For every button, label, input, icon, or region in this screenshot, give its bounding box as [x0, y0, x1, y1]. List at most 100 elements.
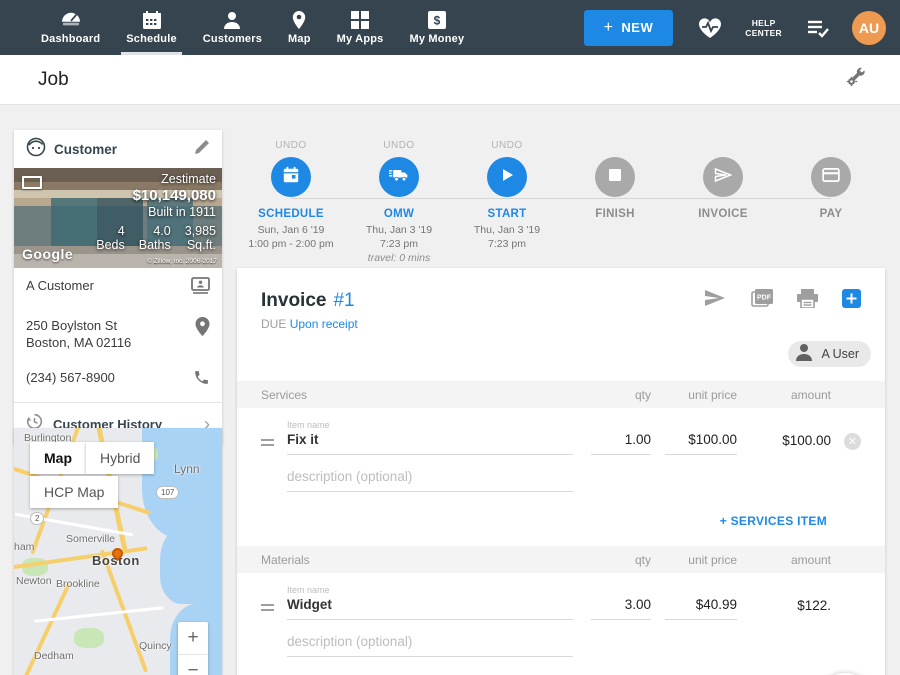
- nav-tab-dashboard[interactable]: Dashboard: [28, 0, 113, 55]
- active-tab-indicator: [121, 52, 182, 55]
- map-label-newton: Newton: [16, 575, 52, 587]
- customer-phone-row: (234) 567-8900: [14, 360, 222, 400]
- help-center-button[interactable]: HELP CENTER: [745, 18, 782, 38]
- nav-tab-my-money[interactable]: $ My Money: [397, 0, 478, 55]
- nav-tab-label: Schedule: [126, 33, 177, 45]
- zoom-out-button[interactable]: −: [178, 655, 208, 675]
- zoom-in-button[interactable]: +: [178, 622, 208, 655]
- add-services-item-button[interactable]: + SERVICES ITEM: [720, 514, 827, 528]
- print-icon[interactable]: [797, 289, 818, 313]
- nav-tab-schedule[interactable]: Schedule: [113, 0, 190, 55]
- qty-input[interactable]: [591, 432, 651, 455]
- baths-value: 4.0: [139, 224, 171, 238]
- edit-pencil-icon[interactable]: [194, 139, 210, 160]
- nav-tab-my-apps[interactable]: My Apps: [324, 0, 397, 55]
- nav-tab-map[interactable]: Map: [275, 0, 324, 55]
- map-label-brookline: Brookline: [56, 578, 100, 590]
- add-icon[interactable]: [842, 289, 861, 313]
- help-center-line2: CENTER: [745, 28, 782, 38]
- task-list-icon[interactable]: [806, 18, 830, 38]
- due-row: DUE Upon receipt: [261, 317, 861, 331]
- phone-icon[interactable]: [193, 369, 210, 391]
- nav-tab-label: My Apps: [337, 33, 384, 45]
- baths-label: Baths: [139, 238, 171, 252]
- omw-step-button[interactable]: [379, 157, 419, 197]
- card-icon-button[interactable]: [811, 157, 851, 197]
- location-pin-icon[interactable]: [195, 317, 210, 341]
- timeline-step-pay: PAY: [777, 140, 885, 265]
- svg-text:PDF: PDF: [757, 294, 772, 301]
- undo-omw-button[interactable]: UNDO: [383, 140, 414, 157]
- map-label-lynn: Lynn: [174, 462, 200, 476]
- invoice-card: Invoice #1 PDF DUE Upon receipt: [237, 268, 885, 675]
- material-item: Item name $122. + MATERIALS ITEM: [237, 573, 885, 675]
- nav-right: + NEW HELP CENTER AU: [584, 0, 900, 55]
- plus-icon: +: [604, 19, 614, 37]
- new-button[interactable]: + NEW: [584, 10, 674, 46]
- map-zoom-control: + −: [178, 622, 208, 675]
- hcp-map-button[interactable]: HCP Map: [30, 476, 118, 508]
- step-label: START: [488, 208, 527, 220]
- item-name-input[interactable]: [287, 432, 573, 455]
- invoice-step-button[interactable]: [703, 157, 743, 197]
- heart-pulse-icon[interactable]: [697, 16, 723, 40]
- property-photo[interactable]: Zestimate $10,149,080 Built in 1911 4 4.…: [14, 168, 222, 268]
- drag-handle[interactable]: [261, 601, 287, 620]
- map-label-quincy: Quincy: [139, 640, 172, 652]
- top-nav: Dashboard Schedule Customers Map My Apps…: [0, 0, 900, 55]
- due-terms-link[interactable]: Upon receipt: [290, 317, 358, 331]
- built-year: Built in 1911: [96, 205, 216, 219]
- timeline-step-start: UNDO START Thu, Jan 3 '19 7:23 pm: [453, 140, 561, 265]
- pdf-icon[interactable]: PDF: [751, 289, 773, 313]
- customer-card: Customer Zestimate $10,149,080 Built in …: [14, 130, 222, 445]
- hybrid-button[interactable]: Hybrid: [86, 442, 154, 474]
- description-input[interactable]: [287, 469, 573, 492]
- unit-price-input[interactable]: [665, 432, 737, 455]
- item-name-input[interactable]: [287, 597, 573, 620]
- nav-tab-label: Map: [288, 33, 311, 45]
- map-button[interactable]: Map: [30, 442, 86, 474]
- finish-step-button[interactable]: [595, 157, 635, 197]
- zestimate-overlay: Zestimate $10,149,080 Built in 1911 4 4.…: [96, 172, 216, 252]
- nav-tab-label: Dashboard: [41, 33, 100, 45]
- sqft-value: 3,985: [185, 224, 216, 238]
- avatar[interactable]: AU: [852, 11, 886, 45]
- customer-address-row: 250 Boylston St Boston, MA 02116: [14, 308, 222, 360]
- delete-item-icon[interactable]: ✕: [844, 433, 861, 450]
- undo-schedule-button[interactable]: UNDO: [275, 140, 306, 157]
- map-widget[interactable]: Burlington Lynn Somerville Boston Newton…: [14, 428, 222, 675]
- map-pin-icon: [291, 11, 307, 33]
- undo-start-button[interactable]: UNDO: [491, 140, 522, 157]
- wrench-gear-icon[interactable]: [844, 65, 868, 94]
- send-icon[interactable]: [703, 288, 727, 313]
- start-step-button[interactable]: [487, 157, 527, 197]
- step-label: OMW: [384, 208, 414, 220]
- schedule-step-button[interactable]: [271, 157, 311, 197]
- step-date: Thu, Jan 3 '19: [366, 223, 432, 237]
- qty-input[interactable]: [591, 597, 651, 620]
- amount-value: $100.00: [751, 433, 831, 455]
- property-stats: 4 4.0 3,985 Beds Baths Sq.ft.: [96, 224, 216, 252]
- invoice-actions: PDF: [703, 288, 861, 313]
- page-header: Job: [0, 55, 900, 105]
- step-label: PAY: [820, 208, 843, 220]
- invoice-title: Invoice: [261, 290, 326, 312]
- new-button-label: NEW: [621, 20, 653, 35]
- google-logo: Google: [22, 246, 73, 262]
- unit-price-input[interactable]: [665, 597, 737, 620]
- amount-column-header: amount: [751, 388, 831, 402]
- calendar-icon: [282, 166, 300, 189]
- unit-price-column-header: unit price: [665, 553, 737, 567]
- assignee-name: A User: [821, 347, 859, 361]
- step-time: 7:23 pm: [366, 237, 432, 251]
- drag-handle[interactable]: [261, 436, 287, 455]
- contact-card-icon[interactable]: [191, 277, 210, 299]
- description-input[interactable]: [287, 634, 573, 657]
- invoice-number[interactable]: #1: [333, 290, 354, 312]
- map-label-dedham: Dedham: [34, 650, 74, 662]
- qty-column-header: qty: [591, 388, 651, 402]
- assignee-chip[interactable]: A User: [788, 341, 871, 367]
- nav-tab-customers[interactable]: Customers: [190, 0, 275, 55]
- customer-address: 250 Boylston St Boston, MA 02116: [26, 317, 187, 351]
- address-line1: 250 Boylston St: [26, 318, 117, 333]
